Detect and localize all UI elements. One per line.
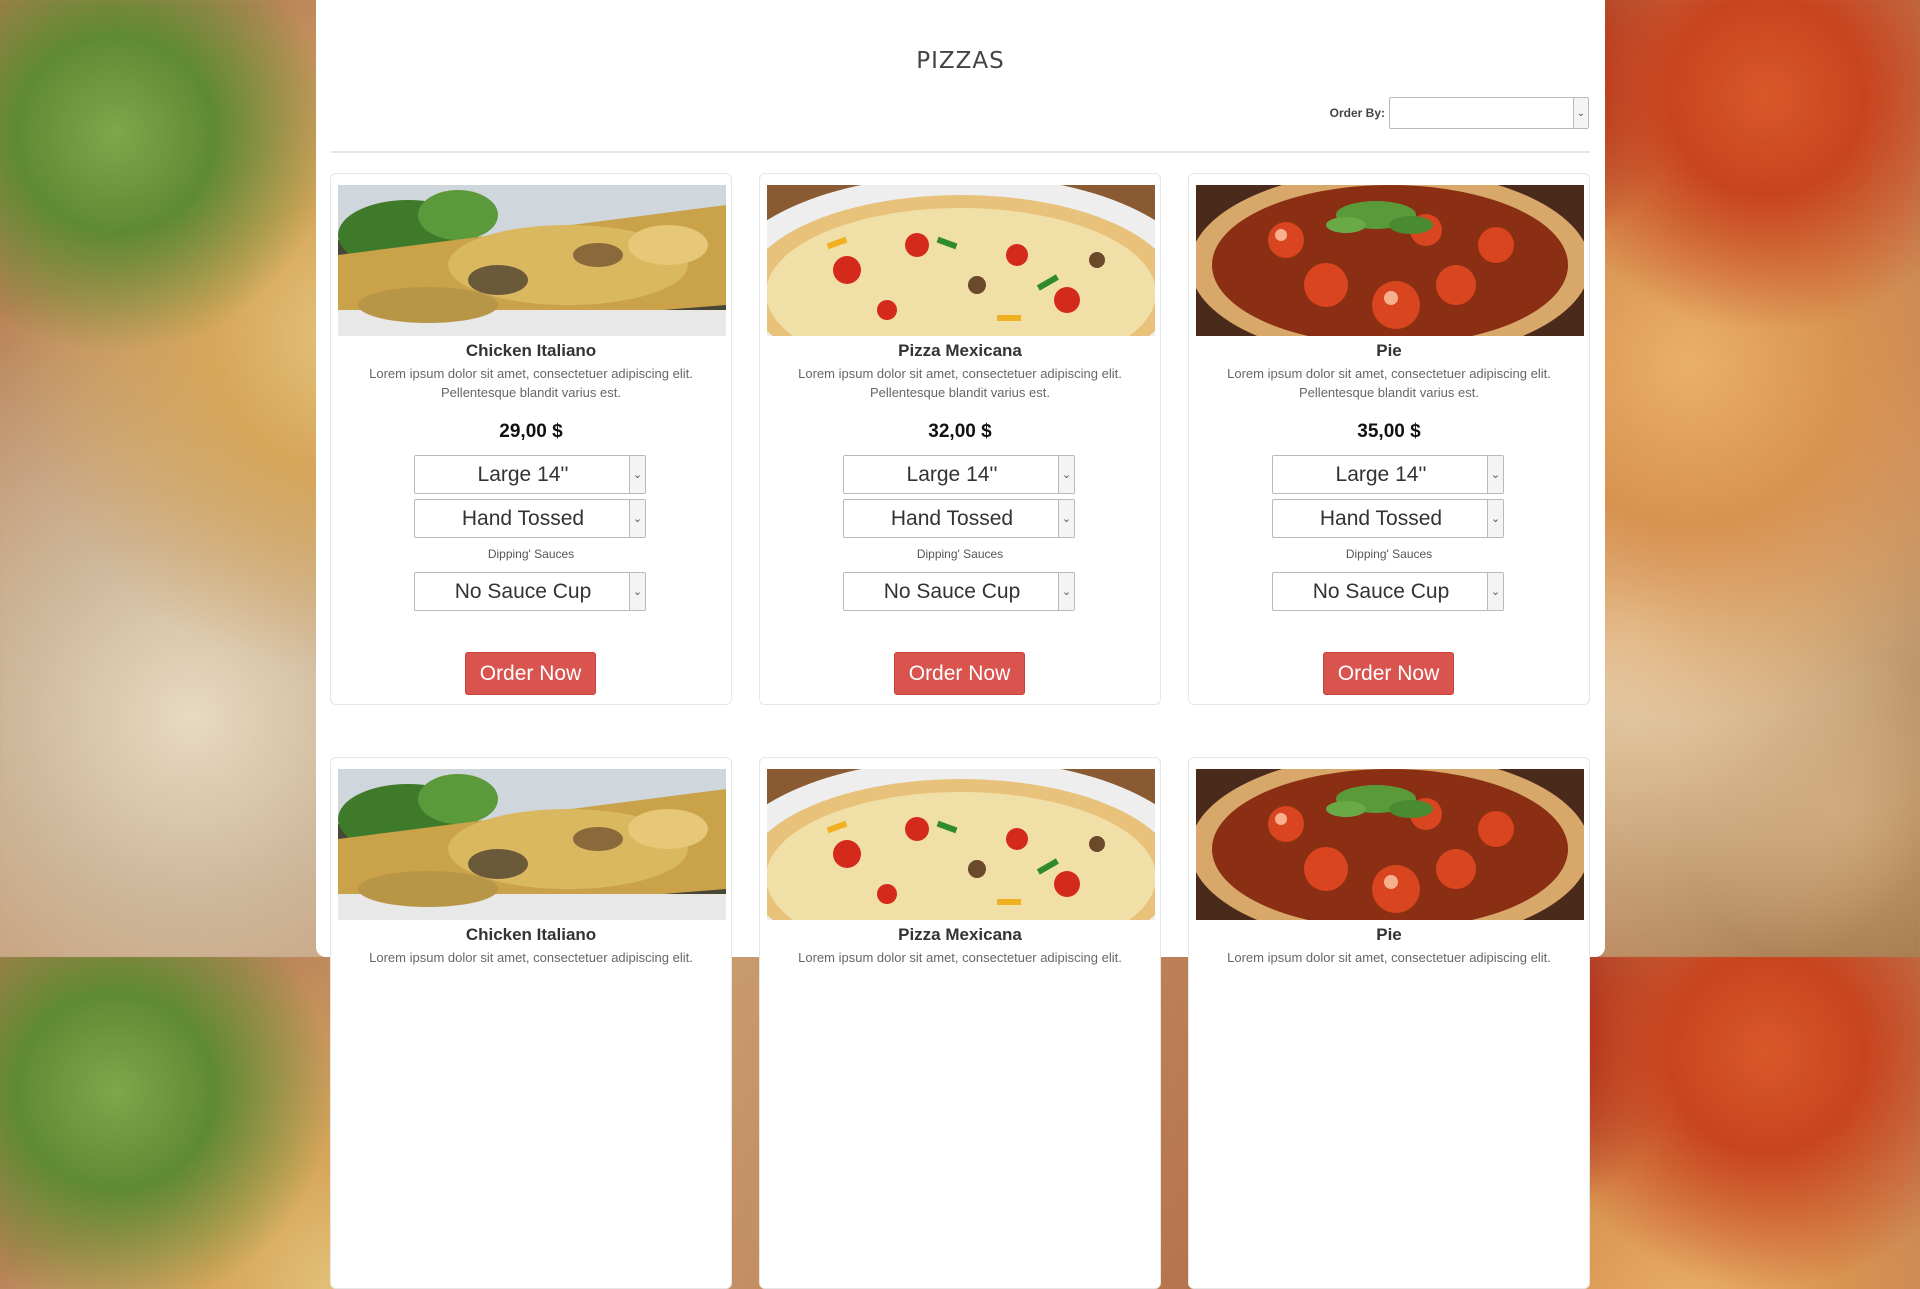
product-name: Pie: [1376, 341, 1402, 360]
product-description: Lorem ipsum dolor sit amet, consectetuer…: [369, 366, 693, 400]
product-description: Lorem ipsum dolor sit amet, consectetuer…: [1227, 366, 1551, 400]
sauce-label: Dipping' Sauces: [1345, 547, 1433, 561]
order-by-control: Order By: ⌄: [1330, 97, 1589, 129]
divider: [331, 151, 1590, 153]
product-card: Chicken Italiano Lorem ipsum dolor sit a…: [330, 757, 732, 1289]
product-image-pie[interactable]: [1196, 185, 1584, 336]
product-image-chicken-italiano[interactable]: [338, 185, 726, 336]
sauce-label: Dipping' Sauces: [916, 547, 1004, 561]
crust-select[interactable]: Hand Tossed ⌄: [414, 499, 646, 538]
chevron-down-icon[interactable]: ⌄: [1573, 98, 1588, 128]
product-image-pizza-mexicana[interactable]: [767, 185, 1155, 336]
product-price: 35,00 $: [1357, 421, 1421, 442]
product-name: Pie: [1376, 925, 1402, 944]
product-description: Lorem ipsum dolor sit amet, consectetuer…: [369, 950, 693, 965]
size-value: Large 14'': [1335, 462, 1427, 486]
product-price: 29,00 $: [499, 421, 563, 442]
product-card: Pie Lorem ipsum dolor sit amet, consecte…: [1188, 757, 1590, 1289]
product-name: Chicken Italiano: [465, 925, 597, 944]
size-value: Large 14'': [906, 462, 998, 486]
size-select[interactable]: Large 14'' ⌄: [1272, 455, 1504, 494]
product-card: Chicken Italiano Lorem ipsum dolor sit a…: [330, 173, 732, 705]
product-image-chicken-italiano[interactable]: [338, 769, 726, 920]
crust-value: Hand Tossed: [461, 506, 585, 530]
sauce-select[interactable]: No Sauce Cup ⌄: [1272, 572, 1504, 611]
chevron-down-icon[interactable]: ⌄: [1487, 456, 1503, 493]
product-image-pizza-mexicana[interactable]: [767, 769, 1155, 920]
product-price: 32,00 $: [928, 421, 992, 442]
product-description: Lorem ipsum dolor sit amet, consectetuer…: [798, 366, 1122, 400]
order-now-button[interactable]: Order Now: [465, 652, 596, 695]
sauce-value: No Sauce Cup: [454, 579, 592, 603]
order-now-button[interactable]: Order Now: [1323, 652, 1454, 695]
product-name: Pizza Mexicana: [898, 925, 1022, 944]
crust-value: Hand Tossed: [1319, 506, 1443, 530]
chevron-down-icon[interactable]: ⌄: [629, 500, 645, 537]
product-card: Pie Lorem ipsum dolor sit amet, consecte…: [1188, 173, 1590, 705]
size-select[interactable]: Large 14'' ⌄: [843, 455, 1075, 494]
order-now-button[interactable]: Order Now: [894, 652, 1025, 695]
sauce-value: No Sauce Cup: [883, 579, 1021, 603]
size-value: Large 14'': [477, 462, 569, 486]
product-name: Chicken Italiano: [465, 341, 597, 360]
crust-value: Hand Tossed: [890, 506, 1014, 530]
crust-select[interactable]: Hand Tossed ⌄: [1272, 499, 1504, 538]
order-by-select[interactable]: ⌄: [1389, 97, 1589, 129]
product-description: Lorem ipsum dolor sit amet, consectetuer…: [798, 950, 1122, 965]
sauce-select[interactable]: No Sauce Cup ⌄: [414, 572, 646, 611]
chevron-down-icon[interactable]: ⌄: [1058, 456, 1074, 493]
sauce-label: Dipping' Sauces: [487, 547, 575, 561]
chevron-down-icon[interactable]: ⌄: [629, 456, 645, 493]
product-name: Pizza Mexicana: [898, 341, 1022, 360]
sauce-select[interactable]: No Sauce Cup ⌄: [843, 572, 1075, 611]
content-panel: PIZZAS Order By: ⌄ Chicken Italiano Lore…: [316, 0, 1605, 1289]
order-by-label: Order By:: [1329, 106, 1385, 120]
chevron-down-icon[interactable]: ⌄: [629, 573, 645, 610]
size-select[interactable]: Large 14'' ⌄: [414, 455, 646, 494]
page-title: PIZZAS: [916, 48, 1005, 74]
chevron-down-icon[interactable]: ⌄: [1058, 500, 1074, 537]
chevron-down-icon[interactable]: ⌄: [1487, 500, 1503, 537]
chevron-down-icon[interactable]: ⌄: [1058, 573, 1074, 610]
product-image-pie[interactable]: [1196, 769, 1584, 920]
sauce-value: No Sauce Cup: [1312, 579, 1450, 603]
product-card: Pizza Mexicana Lorem ipsum dolor sit ame…: [759, 757, 1161, 1289]
chevron-down-icon[interactable]: ⌄: [1487, 573, 1503, 610]
product-description: Lorem ipsum dolor sit amet, consectetuer…: [1227, 950, 1551, 965]
crust-select[interactable]: Hand Tossed ⌄: [843, 499, 1075, 538]
product-card: Pizza Mexicana Lorem ipsum dolor sit ame…: [759, 173, 1161, 705]
